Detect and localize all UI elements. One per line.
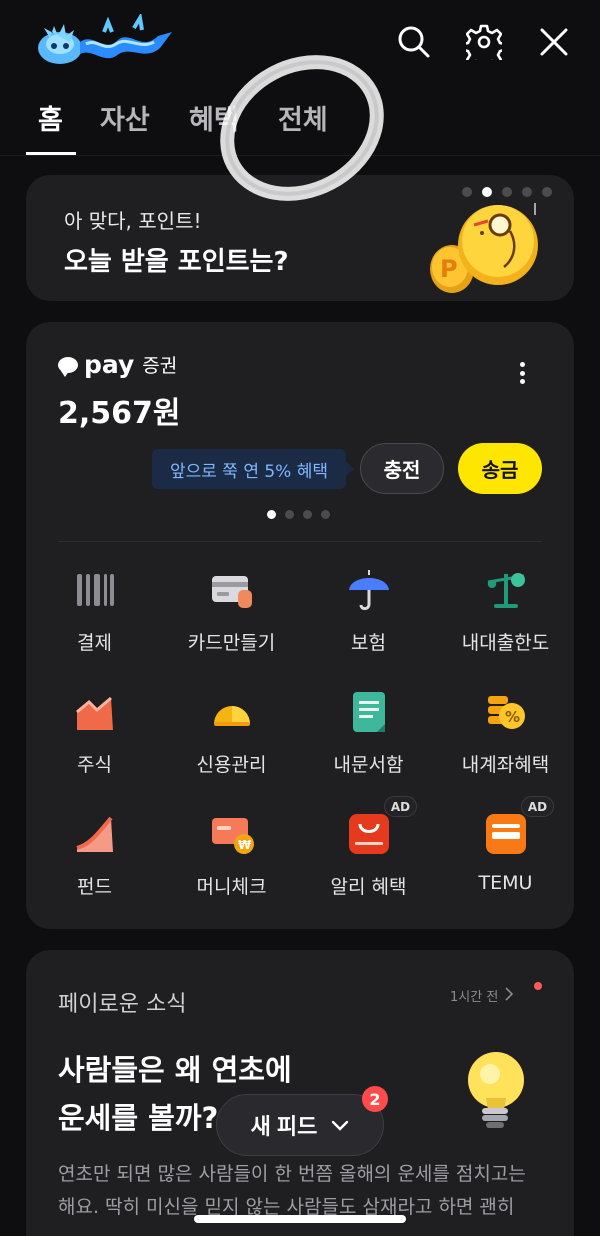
service-label: 신용관리 (196, 754, 267, 776)
service-label: 내대출한도 (461, 632, 550, 654)
service-label: 보험 (351, 632, 386, 654)
ring-overlay-icon (212, 46, 392, 210)
service-label: 내문서함 (333, 754, 404, 776)
service-loan-limit[interactable]: 내대출한도 (437, 554, 574, 670)
charge-button[interactable]: 충전 (360, 443, 444, 494)
service-aliexpress[interactable]: AD 알리 혜택 (300, 796, 437, 914)
benefit-tooltip: 앞으로 쭉 연 5% 혜택 (152, 449, 354, 489)
active-tab-indicator (26, 152, 76, 155)
unread-dot (534, 982, 542, 990)
service-label: 주식 (77, 754, 112, 776)
page-dot-active (267, 510, 276, 519)
pay-page-indicator (267, 510, 330, 519)
point-coin-character-icon: P (426, 195, 556, 299)
service-card-apply[interactable]: 카드만들기 (163, 554, 300, 670)
service-label: 결제 (77, 632, 112, 654)
service-documents[interactable]: 내문서함 (300, 676, 437, 792)
temu-icon (484, 812, 528, 856)
card-icon (210, 568, 254, 612)
more-options-icon[interactable] (510, 358, 534, 388)
new-feed-button[interactable]: 새 피드 (216, 1094, 384, 1156)
umbrella-icon (347, 568, 391, 612)
new-feed-count-badge: 2 (362, 1086, 388, 1112)
pay-brand: pay 증권 (58, 350, 177, 379)
service-label: 알리 혜택 (330, 876, 407, 898)
service-label: TEMU (478, 872, 533, 894)
service-stocks[interactable]: 주식 (26, 676, 163, 792)
news-timestamp: 1시간 전 (450, 990, 499, 1005)
tab-home[interactable]: 홈 (38, 98, 63, 137)
gear-icon[interactable] (466, 24, 502, 60)
service-payment[interactable]: 결제 (26, 554, 163, 670)
search-icon[interactable] (396, 24, 432, 60)
new-feed-label: 새 피드 (250, 1114, 318, 1139)
coin-percent-icon: % (484, 690, 528, 734)
barcode-icon (73, 568, 117, 612)
service-temu[interactable]: AD TEMU (437, 796, 574, 914)
aliexpress-icon (347, 812, 391, 856)
svg-text:₩: ₩ (238, 838, 252, 852)
page-dot (303, 510, 312, 519)
blue-dragon-logo[interactable] (34, 12, 174, 70)
pay-wordmark: pay (84, 350, 135, 379)
close-icon[interactable] (536, 24, 572, 60)
service-fund[interactable]: 펀드 (26, 798, 163, 914)
tab-assets[interactable]: 자산 (100, 98, 150, 137)
service-money-check[interactable]: ₩ 머니체크 (163, 798, 300, 914)
money-check-icon: ₩ (210, 812, 254, 856)
promo-subtitle: 아 맞다, 포인트! (64, 209, 202, 233)
svg-text:P: P (440, 255, 458, 283)
news-section-title: 페이로운 소식 (58, 992, 187, 1017)
page-dot (285, 510, 294, 519)
service-account-benefits[interactable]: % 내계좌혜택 (437, 676, 574, 792)
news-time[interactable]: 1시간 전 (450, 986, 514, 1005)
talk-bubble-icon (58, 356, 78, 377)
fund-chart-icon (73, 812, 117, 856)
chevron-right-icon (504, 986, 514, 1005)
divider (58, 541, 542, 542)
pay-securities-card: pay 증권 2,567원 앞으로 쭉 연 5% 혜택 충전 송금 결제 카드만… (26, 322, 574, 929)
service-insurance[interactable]: 보험 (300, 554, 437, 670)
news-card[interactable]: 페이로운 소식 1시간 전 사람들은 왜 연초에 운세를 볼까? 연초만 되면 … (26, 950, 574, 1236)
service-label: 카드만들기 (187, 632, 276, 654)
lightbulb-icon (446, 1046, 536, 1136)
service-credit[interactable]: 신용관리 (163, 676, 300, 792)
promo-title: 오늘 받을 포인트는? (64, 247, 289, 277)
service-label: 펀드 (77, 876, 112, 898)
scale-icon (484, 568, 528, 612)
service-label: 내계좌혜택 (461, 754, 550, 776)
send-button[interactable]: 송금 (458, 443, 542, 494)
stock-chart-icon (73, 690, 117, 734)
page-dot (321, 510, 330, 519)
pay-balance[interactable]: 2,567원 (58, 388, 181, 432)
document-icon (347, 690, 391, 734)
securities-label: 증권 (142, 355, 178, 377)
chevron-down-icon (331, 1112, 349, 1138)
svg-text:%: % (505, 708, 520, 726)
home-indicator (194, 1215, 406, 1223)
service-label: 머니체크 (196, 876, 267, 898)
credit-gauge-icon (210, 690, 254, 734)
